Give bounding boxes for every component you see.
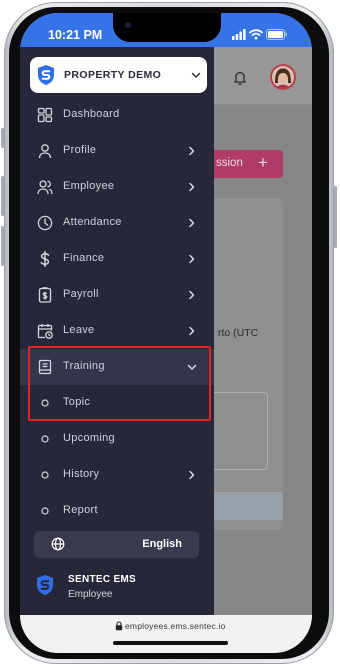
dollar-icon [37,251,53,267]
avatar[interactable] [270,64,296,90]
sidebar-item-label: Employee [63,180,115,192]
footer-role: Employee [68,589,113,600]
sidebar-item-profile[interactable]: Profile [20,133,214,169]
background-textarea [214,392,268,470]
calendar-icon [37,323,53,339]
sidebar-item-label: Report [63,504,98,516]
sidebar-item-label: Finance [63,252,105,264]
home-indicator[interactable] [113,641,228,645]
users-icon [37,179,53,195]
background-card [214,198,283,530]
signal-icon [232,29,246,40]
sidebar-subitem-history[interactable]: History [20,457,214,493]
url-text[interactable]: employees.ems.sentec.io [125,621,226,631]
chevron-right-icon [184,467,200,483]
sidebar-item-label: Upcoming [63,432,115,444]
lock-icon [115,621,123,631]
language-label: English [142,538,182,550]
sidebar-item-finance[interactable]: Finance [20,241,214,277]
background-bar [214,492,283,520]
sidebar-item-label: Attendance [63,216,122,228]
sidebar-item-dashboard[interactable]: Dashboard [20,97,214,133]
circle-bullet-icon [37,431,53,447]
status-bar: 10:21 PM [20,13,312,47]
sidebar-item-leave[interactable]: Leave [20,313,214,349]
language-selector[interactable]: English [34,531,199,558]
chevron-right-icon [184,143,200,159]
add-session-button[interactable]: ssion + [214,150,283,178]
circle-bullet-icon [37,467,53,483]
chevron-right-icon [184,323,200,339]
circle-bullet-icon [37,503,53,519]
phone-screen: 10:21 PM ssion + rto (UTC PROPERTY DEMO … [20,13,312,653]
timezone-text: rto (UTC [218,327,259,339]
sidebar-item-payroll[interactable]: Payroll [20,277,214,313]
battery-icon [266,29,287,40]
sidebar-item-label: History [63,468,100,480]
sentec-logo-icon [35,574,55,596]
status-time: 10:21 PM [48,28,103,42]
highlight-box [28,346,211,421]
chevron-right-icon [184,215,200,231]
clock-icon [37,215,53,231]
chevron-right-icon [184,287,200,303]
property-selector-label: PROPERTY DEMO [64,69,162,81]
notch [113,13,221,42]
footer-brand: SENTEC EMS [68,574,137,585]
payroll-icon [37,287,53,303]
shield-logo-icon [36,64,56,86]
plus-icon: + [258,153,268,172]
browser-url-bar: employees.ems.sentec.io [20,615,312,653]
wifi-icon [249,28,263,40]
chevron-right-icon [184,251,200,267]
chevron-right-icon [184,179,200,195]
sidebar-subitem-upcoming[interactable]: Upcoming [20,421,214,457]
sidebar-item-employee[interactable]: Employee [20,169,214,205]
user-icon [37,143,53,159]
sidebar-item-label: Leave [63,324,95,336]
sidebar-item-attendance[interactable]: Attendance [20,205,214,241]
sidebar-item-label: Payroll [63,288,99,300]
dashboard-icon [37,107,53,123]
sidebar-subitem-report[interactable]: Report [20,493,214,529]
sidebar-item-label: Dashboard [63,108,120,120]
sidebar-item-label: Profile [63,144,97,156]
add-session-button-label: ssion [216,157,243,169]
sidebar-drawer: PROPERTY DEMO Dashboard Profile Employee… [20,47,214,615]
chevron-down-icon [188,67,204,83]
property-selector[interactable]: PROPERTY DEMO [30,57,207,93]
camera-dot [125,22,131,28]
globe-icon [51,537,65,551]
power-button [334,186,337,248]
bell-icon[interactable] [232,69,248,85]
